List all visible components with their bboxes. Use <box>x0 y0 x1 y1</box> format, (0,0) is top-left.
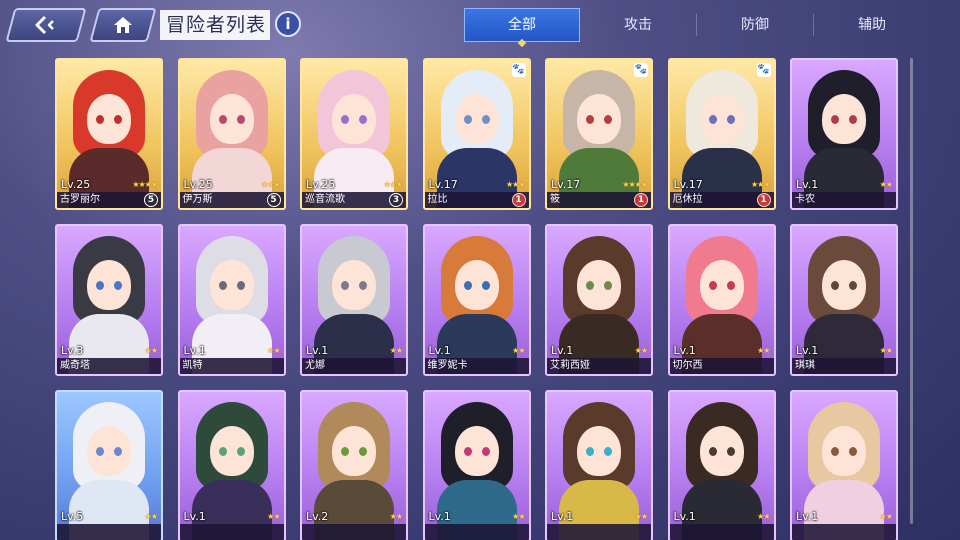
star-rating: ★★ <box>634 512 648 521</box>
back-button[interactable] <box>5 8 87 42</box>
adventurer-card[interactable]: Lv.1 ★★ <box>177 390 286 540</box>
scrollbar[interactable] <box>910 58 913 524</box>
rank-badge: 5 <box>144 193 158 207</box>
paw-icon: 🐾 <box>511 63 526 77</box>
adventurer-card[interactable]: Lv.1 ★★ <box>422 390 531 540</box>
star-rating: ★★★★ <box>132 180 158 189</box>
adventurer-card[interactable]: Lv.5 ★★ <box>55 390 163 540</box>
adventurer-name <box>792 524 896 540</box>
home-button[interactable] <box>89 8 157 42</box>
star-rating: ★★ <box>879 180 893 189</box>
tab-all[interactable]: 全部 <box>464 8 580 42</box>
adventurer-card[interactable]: Lv.1 ★★ 维罗妮卡 <box>422 224 531 376</box>
paw-icon: 🐾 <box>756 63 771 77</box>
rank-badge: 1 <box>511 193 526 207</box>
tab-attack[interactable]: 攻击 <box>580 8 696 42</box>
star-rating: ★★ <box>879 512 893 521</box>
adventurer-card[interactable]: Lv.1 ★★ <box>667 390 776 540</box>
adventurer-name <box>424 524 529 540</box>
star-rating: ★★ <box>512 346 525 355</box>
star-rating: ★★ <box>879 346 893 355</box>
star-rating: ★★ <box>757 512 770 521</box>
adventurer-name: 艾莉西娅 <box>547 358 651 374</box>
tab-defense[interactable]: 防御 <box>697 8 813 42</box>
adventurer-card[interactable]: Lv.1 ★★ 卡农 <box>790 58 898 210</box>
adventurer-card[interactable]: Lv.3 ★★ 威奇塔 <box>55 224 163 376</box>
adventurer-card[interactable]: Lv.1 ★★ 尤娜 <box>300 224 408 376</box>
adventurer-name: 凯特 <box>179 358 284 374</box>
back-arrow-icon <box>35 15 54 35</box>
star-rating: ★★★★ <box>622 180 648 189</box>
adventurer-name <box>302 524 406 540</box>
star-rating: ★★ <box>267 346 280 355</box>
adventurer-name: 尤娜 <box>302 358 406 374</box>
adventurer-card[interactable]: Lv.1 ★★ <box>545 390 653 540</box>
adventurer-name: 切尔西 <box>669 358 774 374</box>
adventurer-name <box>547 524 651 540</box>
filter-tabs: 全部 攻击 防御 辅助 <box>464 8 944 42</box>
rank-badge: 1 <box>756 193 771 207</box>
page-title: 冒险者列表 <box>160 10 270 40</box>
adventurer-grid: Lv.25 ★★★★ 古罗丽尔 5 Lv.25 ★★★ 伊万斯 5 Lv.25 ★★★ 巡音流歌 3 🐾… <box>55 58 900 540</box>
adventurer-name <box>669 524 774 540</box>
rank-badge: 5 <box>266 193 281 207</box>
star-rating: ★★ <box>389 512 403 521</box>
tab-support[interactable]: 辅助 <box>814 8 930 42</box>
adventurer-card[interactable]: Lv.25 ★★★ 巡音流歌 3 <box>300 58 408 210</box>
adventurer-card[interactable]: Lv.1 ★★ 艾莉西娅 <box>545 224 653 376</box>
top-bar: 冒险者列表 i 全部 攻击 防御 辅助 <box>0 0 960 50</box>
adventurer-card[interactable]: Lv.1 ★★ 凯特 <box>177 224 286 376</box>
adventurer-name: 威奇塔 <box>57 358 161 374</box>
star-rating: ★★★ <box>260 180 280 189</box>
adventurer-name <box>179 524 284 540</box>
adventurer-card[interactable]: Lv.2 ★★ <box>300 390 408 540</box>
rank-badge: 1 <box>634 193 648 207</box>
star-rating: ★★★ <box>505 180 525 189</box>
star-rating: ★★ <box>389 346 403 355</box>
star-rating: ★★★ <box>383 180 402 189</box>
home-icon <box>114 17 132 33</box>
star-rating: ★★ <box>144 346 158 355</box>
adventurer-card[interactable]: 🐾 Lv.17 ★★★ 厄休拉 1 <box>667 58 776 210</box>
star-rating: ★★ <box>144 512 158 521</box>
adventurer-card[interactable]: Lv.25 ★★★ 伊万斯 5 <box>177 58 286 210</box>
rank-badge: 3 <box>389 193 403 207</box>
star-rating: ★★ <box>267 512 280 521</box>
adventurer-card[interactable]: Lv.1 ★★ 切尔西 <box>667 224 776 376</box>
star-rating: ★★ <box>757 346 770 355</box>
star-rating: ★★ <box>512 512 525 521</box>
adventurer-card[interactable]: Lv.1 ★★ <box>790 390 898 540</box>
adventurer-card[interactable]: 🐾 Lv.17 ★★★ 拉比 1 <box>422 58 531 210</box>
adventurer-card[interactable]: 🐾 Lv.17 ★★★★ 筱 1 <box>545 58 653 210</box>
star-rating: ★★★ <box>750 180 770 189</box>
adventurer-card[interactable]: Lv.1 ★★ 琪琪 <box>790 224 898 376</box>
adventurer-name: 卡农 <box>792 192 896 208</box>
adventurer-name: 琪琪 <box>792 358 896 374</box>
info-button[interactable]: i <box>275 11 301 37</box>
adventurer-card[interactable]: Lv.25 ★★★★ 古罗丽尔 5 <box>55 58 163 210</box>
star-rating: ★★ <box>634 346 648 355</box>
adventurer-name <box>57 524 161 540</box>
paw-icon: 🐾 <box>634 63 648 77</box>
adventurer-name: 维罗妮卡 <box>424 358 529 374</box>
